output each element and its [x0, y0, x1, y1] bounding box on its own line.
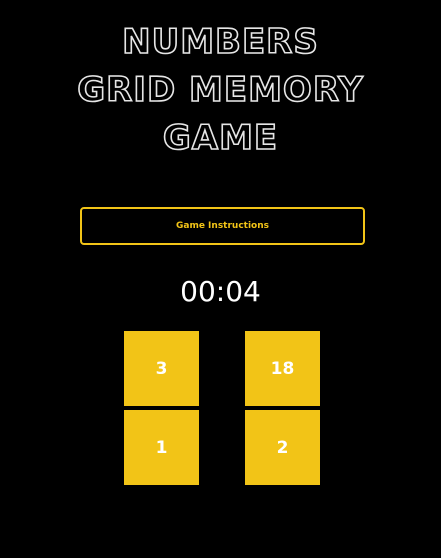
grid-card[interactable]: 18 — [245, 331, 320, 406]
game-title: NUMBERS GRID MEMORY GAME — [0, 18, 441, 162]
card-value: 3 — [155, 358, 168, 379]
grid-card[interactable]: 1 — [124, 410, 199, 485]
card-value: 2 — [276, 437, 289, 458]
game-title-line-3: GAME — [162, 117, 279, 159]
game-instructions-button[interactable]: Game Instructions — [80, 207, 365, 245]
game-instructions-label: Game Instructions — [175, 221, 269, 231]
card-value: 18 — [270, 358, 295, 379]
grid-card[interactable]: 2 — [245, 410, 320, 485]
card-value: 1 — [155, 437, 168, 458]
timer-display: 00:04 — [180, 275, 261, 308]
game-title-line-1: NUMBERS — [121, 21, 319, 63]
game-title-line-2: GRID MEMORY — [76, 69, 364, 111]
card-grid: 3 18 1 2 — [124, 331, 320, 485]
grid-card[interactable]: 3 — [124, 331, 199, 406]
